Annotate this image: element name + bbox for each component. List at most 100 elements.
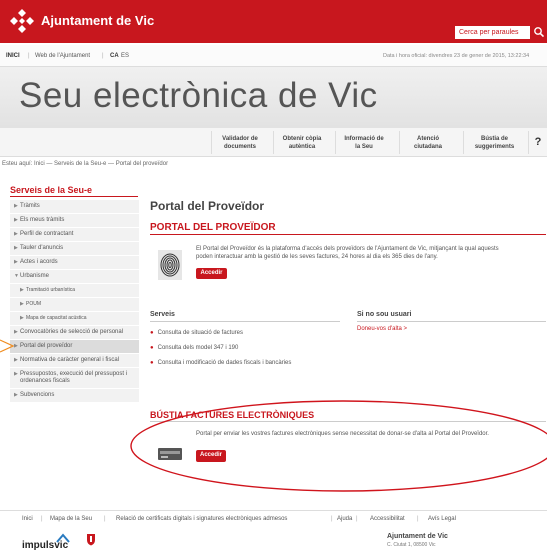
- triangle-right-icon: ▶: [20, 301, 24, 307]
- toolbar-suggestions-box[interactable]: Bústia de suggeriments: [463, 131, 525, 154]
- footer-links: Inici | Mapa de la Seu | Relació de cert…: [0, 510, 547, 526]
- sidebar-item-minutes[interactable]: ▶ Actes i acords: [10, 256, 139, 270]
- service-fiscal-data[interactable]: ● Consulta i modificació de dades fiscals…: [150, 360, 291, 366]
- toolbar-label: suggeriments: [474, 144, 515, 150]
- toolbar-citizen-service[interactable]: Atenció ciutadana: [399, 131, 456, 154]
- sidebar-item-my-procedures[interactable]: ▶ Els meus tràmits: [10, 214, 139, 228]
- footer-separator: |: [41, 516, 43, 522]
- toolbar-label: Atenció: [416, 136, 439, 142]
- toolbar-authentic-copy[interactable]: Obtenir còpia autèntica: [273, 131, 330, 154]
- footer-separator: |: [104, 516, 106, 522]
- triangle-right-icon: ▶: [14, 343, 18, 349]
- sidebar-item-label: Els meus tràmits: [20, 217, 65, 223]
- help-button[interactable]: ?: [528, 131, 547, 154]
- sidebar-item-procedures[interactable]: ▶ Tràmits: [10, 200, 139, 214]
- sidebar-item-label: Pressupostos, execució del pressupost i …: [20, 371, 128, 384]
- nav-city-web-link[interactable]: Web de l'Ajuntament: [35, 53, 90, 59]
- footer-link-certificates[interactable]: Relació de certificats digitals i signat…: [116, 516, 287, 522]
- city-emblem-icon[interactable]: [9, 8, 35, 34]
- sidebar-item-label: Mapa de capacitat acústica: [26, 315, 87, 321]
- toolbar-label: documents: [223, 144, 256, 150]
- services-divider: [150, 321, 340, 322]
- footer-bottom: impulsvic Ajuntament de Vic C. Ciutat 1,…: [0, 526, 547, 556]
- sidebar-item-job-calls[interactable]: ▶ Convocatòries de selecció de personal: [10, 326, 139, 340]
- breadcrumb[interactable]: Esteu aquí: Inici — Serveis de la Seu-e …: [2, 161, 168, 167]
- toolbar-document-validator[interactable]: Validador de documents: [211, 131, 268, 154]
- lang-es-link[interactable]: ES: [121, 53, 129, 59]
- intro-line: poden interactuar amb la gestió de les s…: [196, 254, 438, 260]
- search-input[interactable]: Cerca per paraules: [455, 26, 530, 39]
- sidebar-item-contractor-profile[interactable]: ▶ Perfil de contractant: [10, 228, 139, 242]
- sidebar-item-label: Actes i acords: [20, 259, 58, 265]
- sidebar-item-label: Subvencions: [20, 392, 55, 398]
- footer-link-accessibility[interactable]: Accessibilitat: [370, 516, 405, 522]
- toolbar-label: Obtenir còpia: [282, 136, 322, 142]
- sidebar-item-urban-processing[interactable]: ▶ Tramitació urbanística: [10, 284, 139, 298]
- impulsvic-chevron-icon: [56, 533, 70, 543]
- triangle-right-icon: ▶: [14, 392, 18, 398]
- sidebar-item-poum[interactable]: ▶ POUM: [10, 298, 139, 312]
- triangle-right-icon: ▶: [14, 203, 18, 209]
- sidebar-item-label: Tramitació urbanística: [26, 287, 75, 293]
- triangle-right-icon: ▶: [20, 287, 24, 293]
- sidebar-item-label: Perfil de contractant: [20, 231, 74, 237]
- signup-link[interactable]: Doneu-vos d'alta >: [357, 326, 407, 332]
- footer-link-legal[interactable]: Avís Legal: [428, 516, 456, 522]
- bullet-icon: ●: [150, 330, 154, 336]
- triangle-down-icon: ▼: [14, 273, 19, 279]
- sidebar-item-label: Normativa de caràcter general i fiscal: [20, 357, 120, 363]
- toolbar-site-info[interactable]: Informació de la Seu: [335, 131, 392, 154]
- footer-link-help[interactable]: Ajuda: [337, 516, 352, 522]
- nav-home-link[interactable]: INICI: [6, 53, 20, 59]
- brand-name[interactable]: Ajuntament de Vic: [41, 13, 154, 28]
- sidebar-item-urbanism[interactable]: ▼ Urbanisme: [10, 270, 139, 284]
- service-model-347[interactable]: ● Consulta dels model 347 i 190: [150, 345, 238, 351]
- service-label: Consulta i modificació de dades fiscals …: [157, 360, 292, 366]
- lang-ca-link[interactable]: CA: [110, 53, 119, 59]
- sidebar-item-acoustic-map[interactable]: ▶ Mapa de capacitat acústica: [10, 312, 139, 326]
- toolbar-label: ciutadana: [413, 144, 442, 150]
- sidebar-item-grants[interactable]: ▶ Subvencions: [10, 389, 139, 403]
- sidebar-item-supplier-portal[interactable]: ▶ Portal del proveïdor: [10, 340, 139, 354]
- triangle-right-icon: ▶: [20, 315, 24, 321]
- nav-separator: |: [102, 53, 104, 59]
- service-invoice-status[interactable]: ● Consulta de situació de factures: [150, 330, 243, 336]
- toolbar-label: Validador de: [222, 136, 258, 142]
- access-supplier-portal-button[interactable]: Accedir: [196, 268, 227, 279]
- sidebar-item-label: Tràmits: [20, 203, 40, 209]
- triangle-right-icon: ▶: [14, 329, 18, 335]
- bullet-icon: ●: [150, 345, 154, 351]
- section-title-supplier-portal: PORTAL DEL PROVEÏDOR: [150, 222, 276, 233]
- footer-address-name: Ajuntament de Vic: [387, 533, 448, 540]
- service-label: Consulta de situació de factures: [157, 330, 244, 336]
- sidebar-item-budgets[interactable]: ▶ Pressupostos, execució del pressupost i…: [10, 368, 139, 389]
- services-title: Serveis: [150, 311, 175, 318]
- intro-text: El Portal del Proveïdor és la plataforma…: [196, 245, 546, 261]
- toolbar-label: Informació de: [344, 136, 384, 142]
- triangle-right-icon: ▶: [14, 231, 18, 237]
- triangle-right-icon: ▶: [14, 245, 18, 251]
- sidebar-item-label: Urbanisme: [20, 273, 50, 279]
- sidebar-item-notice-board[interactable]: ▶ Tauler d'anuncis: [10, 242, 139, 256]
- sidebar-item-label: Portal del proveïdor: [20, 343, 73, 349]
- sidebar-divider: [10, 196, 138, 197]
- triangle-right-icon: ▶: [14, 357, 18, 363]
- sidebar-item-label: Tauler d'anuncis: [20, 245, 64, 251]
- toolbar-label: Bústia de: [480, 136, 508, 142]
- bullet-icon: ●: [150, 360, 154, 366]
- search-icon[interactable]: [533, 25, 545, 39]
- footer-separator: |: [417, 516, 419, 522]
- top-bar: Ajuntament de Vic Cerca per paraules: [0, 0, 547, 43]
- not-user-divider: [357, 321, 546, 322]
- footer-link-home[interactable]: Inici: [22, 516, 33, 522]
- sidebar-item-regulations[interactable]: ▶ Normativa de caràcter general i fiscal: [10, 354, 139, 368]
- toolbar-label: autèntica: [288, 144, 316, 150]
- service-toolbar: Validador de documents Obtenir còpia aut…: [0, 128, 547, 157]
- sidebar-menu: ▶ Tràmits ▶ Els meus tràmits ▶ Perfil de co…: [10, 200, 139, 403]
- intro-line: El Portal del Proveïdor és la plataforma…: [196, 246, 499, 252]
- triangle-right-icon: ▶: [14, 217, 18, 223]
- fingerprint-icon: [158, 250, 182, 280]
- page-banner-title: Seu electrònica de Vic: [19, 76, 378, 115]
- footer-link-sitemap[interactable]: Mapa de la Seu: [50, 516, 92, 522]
- city-shield-icon[interactable]: [86, 533, 96, 546]
